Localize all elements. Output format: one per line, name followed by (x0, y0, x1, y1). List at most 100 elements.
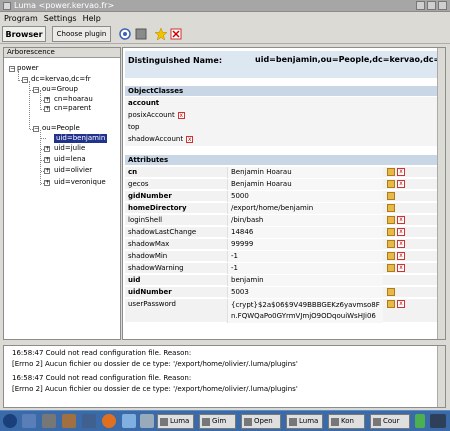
close-icon[interactable] (438, 1, 447, 10)
expand-icon[interactable]: + (44, 97, 50, 103)
tree-node-ou-people[interactable]: ou=People (42, 124, 80, 133)
tree-node-uid-lena[interactable]: uid=lena (54, 155, 86, 164)
edit-icon[interactable] (387, 288, 395, 296)
terminal-icon[interactable] (42, 414, 56, 428)
tree-node-uid-olivier[interactable]: uid=olivier (54, 166, 92, 175)
vertical-scrollbar[interactable] (437, 48, 445, 339)
tree-node-ou-group[interactable]: ou=Group (42, 85, 78, 94)
taskbar-item-courier[interactable]: Cour (370, 414, 410, 429)
menu-help[interactable]: Help (83, 14, 101, 23)
delete-icon[interactable]: x (186, 135, 194, 143)
delete-icon[interactable]: x (397, 216, 405, 224)
stop-icon[interactable] (135, 28, 147, 40)
attribute-value[interactable]: benjamin (227, 275, 383, 286)
attribute-value[interactable]: {crypt}$2a$06$9V49BBBGEKz6yavmso8F n.FQW… (227, 299, 383, 323)
clock-icon[interactable] (430, 414, 446, 428)
log-output: 16:58:47 Could not read configuration fi… (3, 345, 446, 408)
tree-node-uid-julie[interactable]: uid=julie (54, 144, 85, 153)
attribute-value[interactable]: 99999 (227, 239, 383, 250)
attribute-value[interactable]: /export/home/benjamin (227, 203, 383, 214)
dn-row: Distinguished Name: uid=benjamin,ou=Peop… (125, 51, 445, 78)
delete-icon[interactable] (170, 28, 182, 40)
taskbar-item-luma[interactable]: Luma (157, 414, 194, 429)
edit-icon[interactable] (387, 204, 395, 212)
delete-icon[interactable]: x (397, 240, 405, 248)
entry-detail-panel: Distinguished Name: uid=benjamin,ou=Peop… (122, 47, 446, 340)
delete-icon[interactable]: x (397, 252, 405, 260)
tree-node-cn-parent[interactable]: cn=parent (54, 104, 91, 113)
expand-icon[interactable]: + (44, 106, 50, 112)
attribute-name: shadowWarning (128, 264, 184, 272)
attribute-value[interactable]: 5000 (227, 191, 383, 202)
delete-icon[interactable]: x (397, 300, 405, 308)
delete-icon[interactable]: x (397, 228, 405, 236)
attribute-row: uidNumber 5003 (125, 287, 437, 298)
edit-icon[interactable] (387, 264, 395, 272)
attribute-value[interactable]: /bin/bash (227, 215, 383, 226)
edit-icon[interactable] (387, 180, 395, 188)
objectclass-item: posixAccount x (128, 111, 185, 119)
taskbar-item-gimp[interactable]: Gim (199, 414, 236, 429)
edit-icon[interactable] (387, 300, 395, 308)
app-icon (3, 2, 11, 10)
attribute-name: shadowMin (128, 252, 168, 260)
expand-icon[interactable]: + (44, 180, 50, 186)
attribute-value[interactable]: 14846 (227, 227, 383, 238)
attribute-name: uid (128, 276, 141, 284)
taskbar-item-luma[interactable]: Luma (286, 414, 323, 429)
refresh-icon[interactable] (119, 28, 131, 40)
edit-icon[interactable] (387, 168, 395, 176)
star-icon[interactable] (155, 28, 167, 40)
menu-program[interactable]: Program (4, 14, 38, 23)
start-menu-icon[interactable] (3, 414, 17, 428)
tab-browser[interactable]: Browser (2, 26, 46, 42)
maximize-icon[interactable] (427, 1, 436, 10)
tree-node-cn-hoarau[interactable]: cn=hoarau (54, 95, 93, 104)
window-title: Luma <power.kervao.fr> (14, 1, 115, 10)
edit-icon[interactable] (387, 192, 395, 200)
objectclass-item: account (128, 99, 160, 107)
delete-icon[interactable]: x (177, 111, 185, 119)
tools-icon[interactable] (62, 414, 76, 428)
tree-node-uid-veronique[interactable]: uid=veronique (54, 178, 106, 187)
expand-icon[interactable]: + (44, 168, 50, 174)
delete-icon[interactable]: x (397, 264, 405, 272)
attribute-value[interactable]: 5003 (227, 287, 383, 298)
firefox-icon[interactable] (102, 414, 116, 428)
delete-icon[interactable]: x (397, 168, 405, 176)
log-scrollbar[interactable] (437, 346, 445, 407)
attribute-row: shadowMax 99999 x (125, 239, 437, 250)
taskbar-item-konsole[interactable]: Kon (328, 414, 365, 429)
collapse-icon[interactable]: − (33, 87, 39, 93)
delete-icon[interactable]: x (397, 180, 405, 188)
app-launcher-icon[interactable] (140, 414, 154, 428)
attribute-value[interactable]: -1 (227, 251, 383, 262)
attribute-name: shadowMax (128, 240, 170, 248)
desktop-icon[interactable] (22, 414, 36, 428)
expand-icon[interactable]: + (44, 157, 50, 163)
attribute-value[interactable]: Benjamin Hoarau (227, 167, 383, 178)
edit-icon[interactable] (387, 240, 395, 248)
log-line: 16:58:47 Could not read configuration fi… (12, 374, 192, 382)
attribute-value[interactable]: -1 (227, 263, 383, 274)
taskbar-item-open[interactable]: Open (241, 414, 281, 429)
edit-icon[interactable] (387, 228, 395, 236)
minimize-icon[interactable] (416, 1, 425, 10)
attribute-value[interactable]: Benjamin Hoarau (227, 179, 383, 190)
edit-icon[interactable] (387, 252, 395, 260)
expand-icon[interactable]: + (44, 146, 50, 152)
app-launcher-icon[interactable] (122, 414, 136, 428)
collapse-icon[interactable]: − (22, 77, 28, 83)
taskbar: Luma Gim Open Luma Kon Cour (0, 410, 450, 431)
tree-node-power[interactable]: power (17, 64, 39, 73)
collapse-icon[interactable]: − (9, 66, 15, 72)
tree-header: Arborescence (4, 48, 120, 58)
tree-node-uid-benjamin[interactable]: uid=benjamin (54, 134, 108, 143)
tree-node-dc[interactable]: dc=kervao,dc=fr (31, 75, 91, 84)
menu-settings[interactable]: Settings (44, 14, 77, 23)
home-folder-icon[interactable] (82, 414, 96, 428)
collapse-icon[interactable]: − (33, 126, 39, 132)
choose-plugin-button[interactable]: Choose plugin (52, 26, 111, 42)
edit-icon[interactable] (387, 216, 395, 224)
tray-icon[interactable] (415, 414, 425, 428)
